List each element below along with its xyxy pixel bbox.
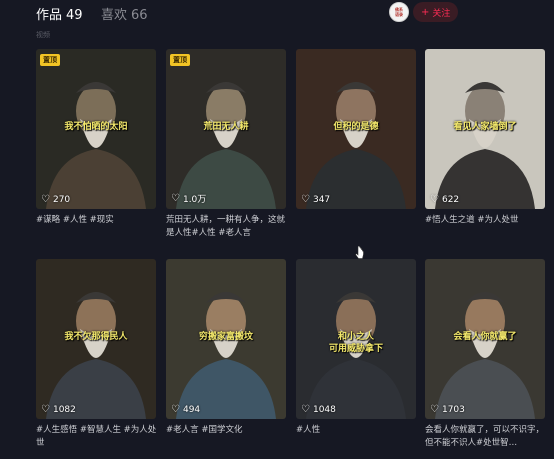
follow-button[interactable]: + 关注 bbox=[413, 2, 459, 22]
video-caption: 但积的是德 bbox=[333, 122, 379, 132]
video-thumbnail[interactable]: 穷搬家富搬坟 ♡ 494 bbox=[166, 259, 286, 419]
pinned-badge: 置顶 bbox=[170, 54, 190, 66]
heart-icon: ♡ bbox=[171, 404, 180, 415]
follow-label: 关注 bbox=[432, 8, 451, 19]
tab-bar: 作品 49 喜欢 66 佛系 语录 + 关注 bbox=[0, 0, 554, 30]
video-thumbnail[interactable]: 和小之人 可用威胁拿下 ♡ 1048 bbox=[296, 259, 416, 419]
like-count-value: 270 bbox=[52, 194, 71, 205]
heart-icon: ♡ bbox=[301, 404, 310, 415]
like-count: ♡ 622 bbox=[430, 194, 459, 205]
avatar[interactable]: 佛系 语录 bbox=[389, 2, 409, 22]
like-count-value: 494 bbox=[182, 404, 201, 415]
like-count-value: 347 bbox=[312, 194, 331, 205]
like-count: ♡ 347 bbox=[301, 194, 330, 205]
like-count: ♡ 1.0万 bbox=[171, 192, 206, 205]
video-caption: 荒田无人耕 bbox=[203, 122, 249, 132]
tab-likes[interactable]: 喜欢 66 bbox=[101, 4, 148, 23]
video-card[interactable]: 和小之人 可用威胁拿下 ♡ 1048 #人性 bbox=[296, 259, 416, 437]
like-count: ♡ 494 bbox=[171, 404, 200, 415]
video-thumbnail[interactable]: 置顶 我不怕晒的太阳 ♡ 270 bbox=[36, 49, 156, 209]
tab-works-count: 49 bbox=[66, 8, 83, 23]
video-caption: 我不怕晒的太阳 bbox=[64, 122, 128, 132]
heart-icon: ♡ bbox=[301, 194, 310, 205]
video-description[interactable]: #悟人生之道 #为人处世 bbox=[425, 214, 549, 227]
video-card[interactable]: 会看人你就赢了 ♡ 1703 会看人你就赢了，可以不识字，但不能不识人#处世智… bbox=[425, 259, 545, 450]
like-count: ♡ 1703 bbox=[430, 404, 465, 415]
video-card[interactable]: 我不欠那得民人 ♡ 1082 #人生感悟 #智慧人生 #为人处世 bbox=[36, 259, 156, 450]
like-count: ♡ 1048 bbox=[301, 404, 336, 415]
tab-likes-label: 喜欢 bbox=[101, 8, 128, 23]
heart-icon: ♡ bbox=[171, 193, 180, 204]
video-thumbnail[interactable]: 我不欠那得民人 ♡ 1082 bbox=[36, 259, 156, 419]
video-thumbnail[interactable]: 但积的是德 ♡ 347 bbox=[296, 49, 416, 209]
follow-chip: 佛系 语录 + 关注 bbox=[389, 2, 459, 22]
plus-icon: + bbox=[421, 6, 430, 18]
video-card[interactable]: 置顶 我不怕晒的太阳 ♡ 270 #谋略 #人性 #现实 bbox=[36, 49, 156, 227]
heart-icon: ♡ bbox=[41, 404, 50, 415]
like-count-value: 1048 bbox=[312, 404, 336, 415]
like-count-value: 622 bbox=[441, 194, 460, 205]
video-caption: 穷搬家富搬坟 bbox=[198, 332, 253, 342]
video-caption: 和小之人 可用威胁拿下 bbox=[328, 332, 383, 354]
video-description[interactable]: #老人言 #国学文化 bbox=[166, 424, 290, 437]
video-thumbnail[interactable]: 会看人你就赢了 ♡ 1703 bbox=[425, 259, 545, 419]
video-description[interactable]: 会看人你就赢了，可以不识字，但不能不识人#处世智… bbox=[425, 424, 549, 450]
video-description[interactable]: #人生感悟 #智慧人生 #为人处世 bbox=[36, 424, 160, 450]
video-thumbnail[interactable]: 看见人家墙倒了 ♡ 622 bbox=[425, 49, 545, 209]
video-card[interactable]: 穷搬家富搬坟 ♡ 494 #老人言 #国学文化 bbox=[166, 259, 286, 437]
video-caption: 看见人家墙倒了 bbox=[453, 122, 517, 132]
like-count: ♡ 1082 bbox=[41, 404, 76, 415]
tab-likes-count: 66 bbox=[131, 8, 148, 23]
like-count-value: 1082 bbox=[52, 404, 76, 415]
tab-works[interactable]: 作品 49 bbox=[36, 4, 83, 23]
avatar-text-2: 语录 bbox=[395, 12, 403, 17]
profile-page: 作品 49 喜欢 66 佛系 语录 + 关注 视频 置顶 我不怕晒的太阳 ♡ 2… bbox=[0, 0, 554, 459]
like-count-value: 1703 bbox=[441, 404, 465, 415]
pinned-badge: 置顶 bbox=[40, 54, 60, 66]
cursor-icon bbox=[355, 246, 364, 259]
video-description[interactable]: 荒田无人耕，一耕有人争，这就是人性#人性 #老人言 bbox=[166, 214, 290, 240]
heart-icon: ♡ bbox=[41, 194, 50, 205]
like-count: ♡ 270 bbox=[41, 194, 70, 205]
tab-works-label: 作品 bbox=[36, 8, 63, 23]
video-caption: 我不欠那得民人 bbox=[64, 332, 128, 342]
video-caption: 会看人你就赢了 bbox=[453, 332, 517, 342]
heart-icon: ♡ bbox=[430, 404, 439, 415]
video-description[interactable]: #谋略 #人性 #现实 bbox=[36, 214, 160, 227]
video-card[interactable]: 但积的是德 ♡ 347 bbox=[296, 49, 416, 214]
like-count-value: 1.0万 bbox=[182, 195, 207, 205]
video-card[interactable]: 看见人家墙倒了 ♡ 622 #悟人生之道 #为人处世 bbox=[425, 49, 545, 227]
section-label: 视频 bbox=[36, 31, 50, 39]
heart-icon: ♡ bbox=[430, 194, 439, 205]
video-thumbnail[interactable]: 置顶 荒田无人耕 ♡ 1.0万 bbox=[166, 49, 286, 209]
video-description[interactable]: #人性 bbox=[296, 424, 420, 437]
video-card[interactable]: 置顶 荒田无人耕 ♡ 1.0万 荒田无人耕，一耕有人争，这就是人性#人性 #老人… bbox=[166, 49, 286, 240]
